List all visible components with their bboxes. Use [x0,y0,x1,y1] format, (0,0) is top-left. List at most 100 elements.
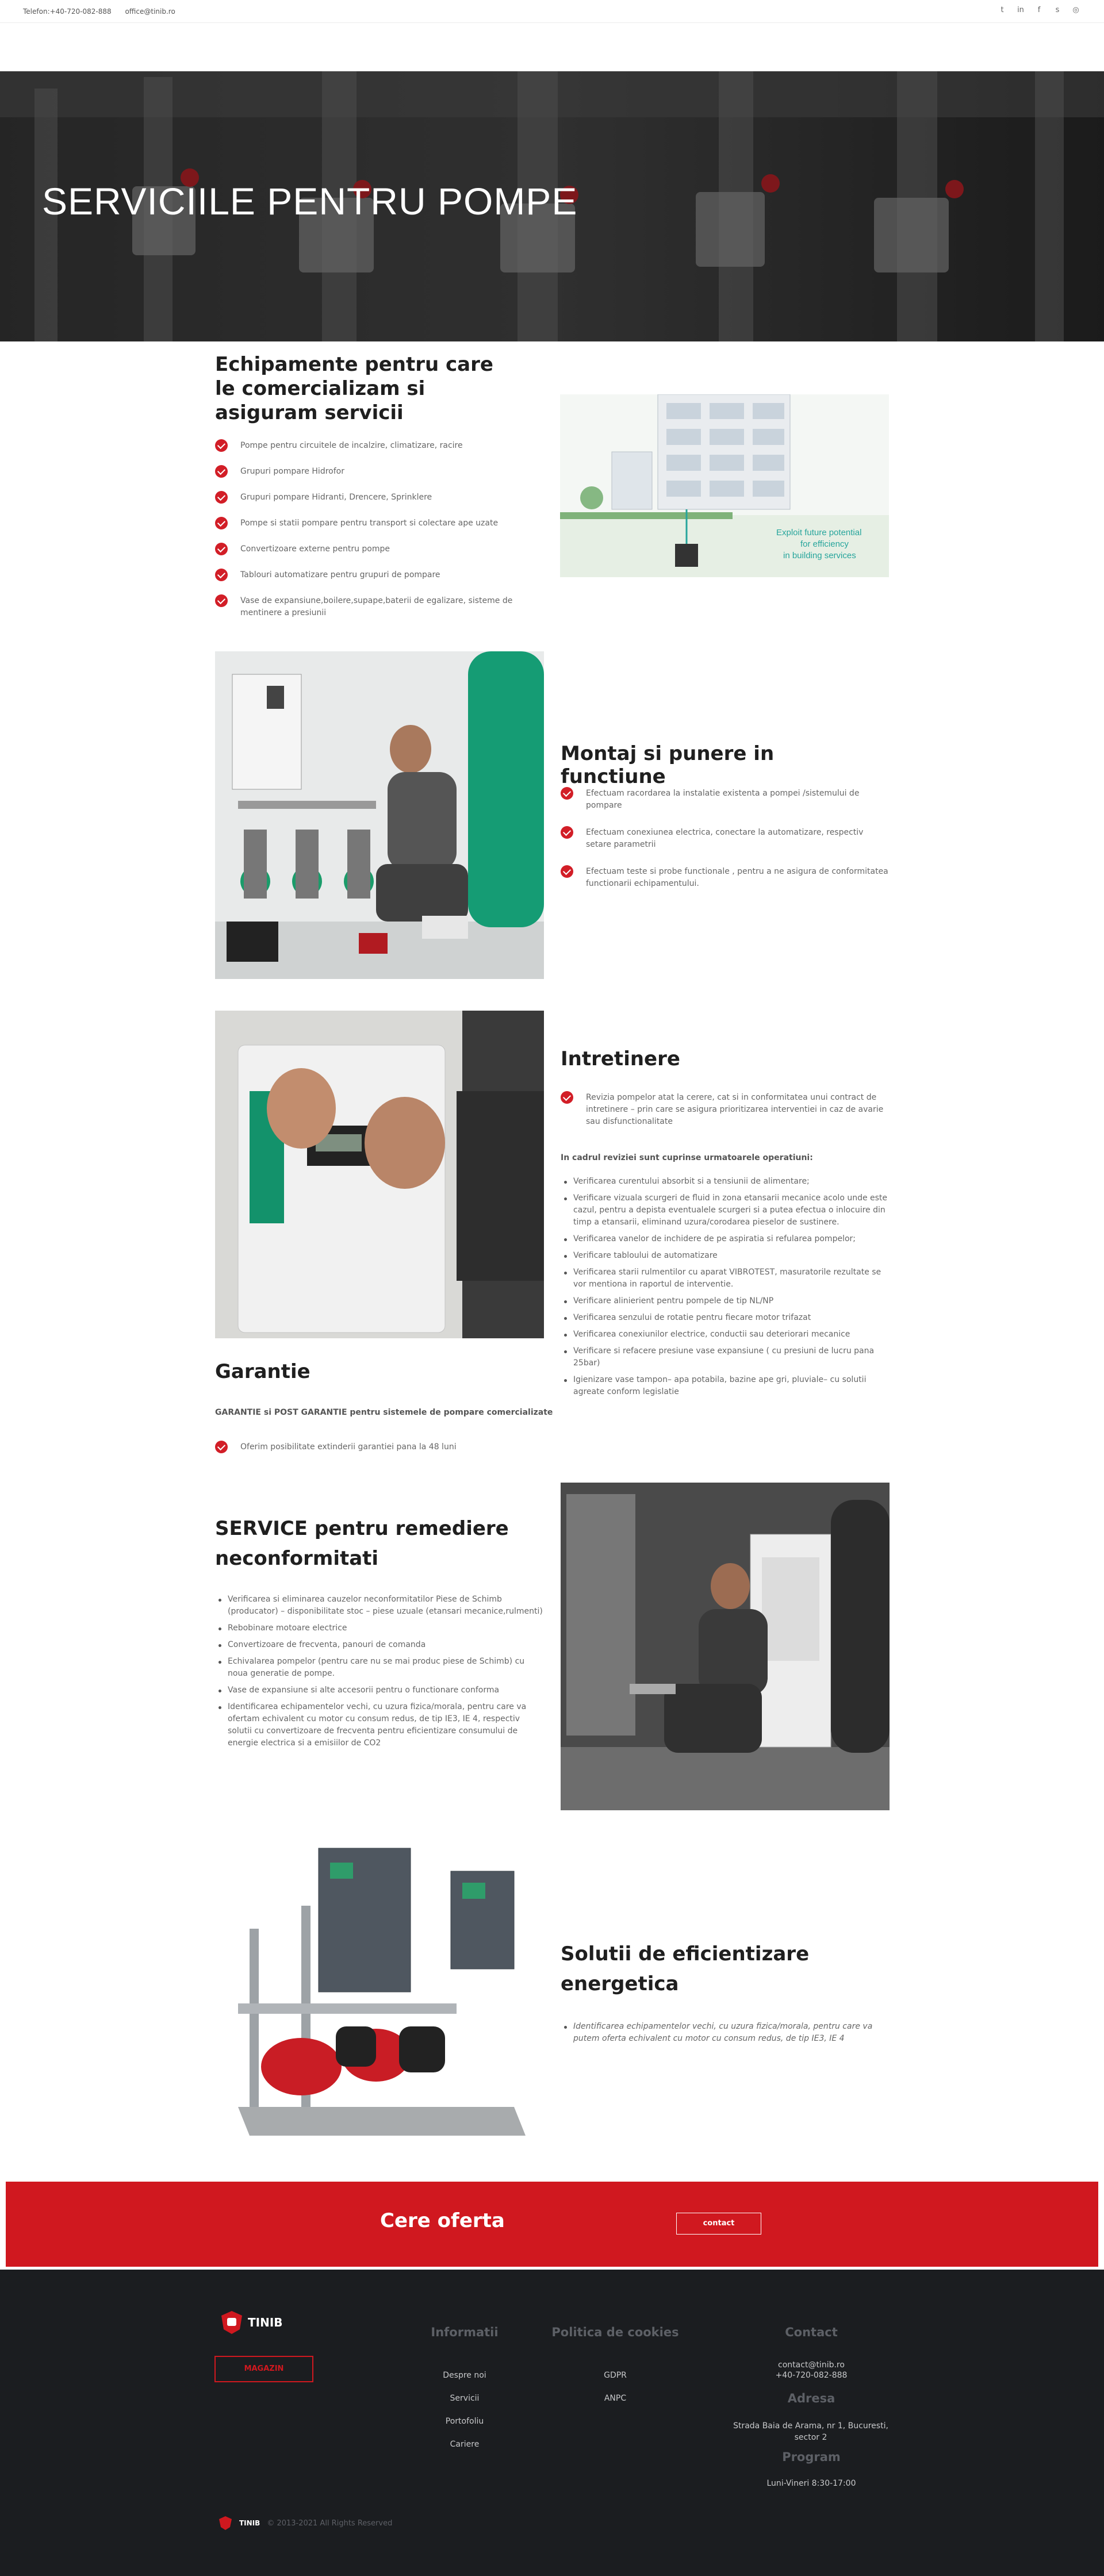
email-link[interactable]: office@tinib.ro [125,7,175,16]
list-item: Pompe si statii pompare pentru transport… [215,517,514,529]
list-item: Echivalarea pompelor (pentru care nu se … [215,1656,543,1680]
list-item: Igienizare vase tampon– apa potabila, ba… [561,1374,888,1398]
footer-link[interactable]: Portofoliu [396,2417,534,2426]
footer-logo[interactable]: TINIB [220,2310,283,2335]
footer-link[interactable]: Servicii [396,2394,534,2403]
list-item: Convertizoare externe pentru pompe [215,543,514,555]
check-icon [215,1441,228,1453]
program-text: Luni-Vineri 8:30-17:00 [766,2479,856,2488]
building-services-image: Exploit future potential for efficiency … [560,394,889,577]
list-item: Verificarea si eliminarea cauzelor necon… [215,1594,543,1618]
copyright-logo-text: TINIB [239,2519,260,2527]
address-text: Strada Baia de Arama, nr 1, Bucuresti, s… [733,2421,888,2442]
footer-link[interactable]: Cariere [396,2440,534,2449]
instagram-icon[interactable]: ◎ [1072,6,1080,14]
list-item: Tablouri automatizare pentru grupuri de … [215,569,514,581]
skype-icon[interactable]: s [1053,6,1061,14]
cta-banner: Cere oferta contact [6,2182,1098,2267]
pump-station-image [215,1837,544,2147]
program-title: Program [782,2450,841,2464]
list-item: Verificarea starii rulmentilor cu aparat… [561,1266,888,1291]
section4-bullets: Verificarea si eliminarea cauzelor necon… [215,1594,543,1754]
list-item: Oferim posibilitate extinderii garantiei… [215,1441,514,1453]
list-item: Identificarea echipamentelor vechi, cu u… [561,2021,888,2045]
list-item: Vase de expansiune,boilere,supape,bateri… [215,594,514,619]
list-item: Verificare alinierient pentru pompele de… [561,1295,888,1307]
copyright-text: © 2013-2021 All Rights Reserved [267,2519,393,2528]
footer-link[interactable]: GDPR [546,2371,684,2380]
list-item: Verificarea curentului absorbit si a ten… [561,1176,888,1188]
section3-bullets: Verificarea curentului absorbit si a ten… [561,1176,888,1403]
col-contact-title: Contact [785,2325,838,2339]
contact-phone[interactable]: +40-720-082-888 [742,2371,880,2380]
check-icon [561,787,573,800]
list-item: Verificarea conexiunilor electrice, cond… [561,1329,888,1341]
footer: TINIB MAGAZIN Informatii Despre noi Serv… [0,2270,1104,2576]
list-item: Rebobinare motoare electrice [215,1622,543,1634]
hero-banner: SERVICIILE PENTRU POMPE [0,71,1104,341]
section3-intro-list: Revizia pompelor atat la cerere, cat si … [561,1091,888,1128]
top-bar: Telefon:+40-720-082-888 office@tinib.ro … [0,0,1104,23]
guarantee-list: Oferim posibilitate extinderii garantiei… [215,1441,514,1453]
list-item: Efectuam conexiunea electrica, conectare… [561,826,888,851]
footer-link[interactable]: Despre noi [396,2371,534,2380]
phone-link[interactable]: Telefon:+40-720-082-888 [23,7,112,16]
check-icon [215,517,228,529]
section5-bullets: Identificarea echipamentelor vechi, cu u… [561,2021,888,2049]
service-photo [561,1483,890,1810]
installation-photo [215,651,544,979]
list-item: Revizia pompelor atat la cerere, cat si … [561,1091,888,1128]
list-item: Verificare si refacere presiune vase exp… [561,1345,888,1369]
contact-email[interactable]: contact@tinib.ro [742,2360,880,2370]
check-icon [561,865,573,878]
logo-text: TINIB [248,2316,283,2329]
hero-title: SERVICIILE PENTRU POMPE [42,180,578,222]
section3-title: Intretinere [561,1047,680,1070]
list-item: Grupuri pompare Hidranti, Drencere, Spri… [215,491,514,504]
social-links: t in f s ◎ [998,6,1080,14]
check-icon [561,826,573,839]
footer-link[interactable]: ANPC [546,2394,684,2403]
section1-list: Pompe pentru circuitele de incalzire, cl… [215,439,514,619]
list-item: Verificare tabloului de automatizare [561,1250,888,1262]
contact-button[interactable]: contact [676,2213,761,2235]
check-icon [215,569,228,581]
guarantee-subtitle: GARANTIE si POST GARANTIE pentru sisteme… [215,1408,553,1417]
list-item: Verificarea vanelor de inchidere de pe a… [561,1233,888,1245]
list-item: Identificarea echipamentelor vechi, cu u… [215,1701,543,1749]
linkedin-icon[interactable]: in [1017,6,1025,14]
section2-title: Montaj si punere in functiune [561,742,775,788]
svg-text:for efficiency: for efficiency [800,539,849,549]
list-item: Efectuam teste si probe functionale , pe… [561,865,888,890]
logo-mark-icon [219,2516,232,2530]
check-icon [215,543,228,555]
list-item: Convertizoare de frecventa, panouri de c… [215,1639,543,1651]
section3-subtitle: In cadrul reviziei sunt cuprinse urmatoa… [561,1153,813,1162]
maintenance-photo [215,1011,544,1338]
list-item: Verificarea senzului de rotatie pentru f… [561,1312,888,1324]
shop-button[interactable]: MAGAZIN [214,2356,313,2382]
section4-title: SERVICE pentru remediere neconformitati [215,1517,509,1570]
check-icon [215,465,228,478]
list-item: Pompe pentru circuitele de incalzire, cl… [215,439,514,452]
top-contact: Telefon:+40-720-082-888 office@tinib.ro [23,7,187,16]
svg-text:in building services: in building services [783,551,856,560]
check-icon [215,491,228,504]
check-icon [215,439,228,452]
check-icon [215,594,228,607]
copyright-row: TINIB © 2013-2021 All Rights Reserved [218,2516,392,2531]
list-item: Verificare vizuala scurgeri de fluid in … [561,1192,888,1229]
twitter-icon[interactable]: t [998,6,1006,14]
logo-mark-icon [221,2311,242,2334]
address-title: Adresa [787,2391,835,2405]
facebook-icon[interactable]: f [1035,6,1043,14]
list-item: Vase de expansiune si alte accesorii pen… [215,1684,543,1696]
guarantee-title: Garantie [215,1360,310,1383]
svg-text:Exploit future potential: Exploit future potential [776,528,861,538]
cta-label: Cere oferta [380,2209,505,2232]
col-cookies-title: Politica de cookies [551,2325,679,2339]
section5-title: Solutii de eficientizare energetica [561,1942,810,1995]
col-info-title: Informatii [431,2325,499,2339]
list-item: Grupuri pompare Hidrofor [215,465,514,478]
check-icon [561,1091,573,1104]
